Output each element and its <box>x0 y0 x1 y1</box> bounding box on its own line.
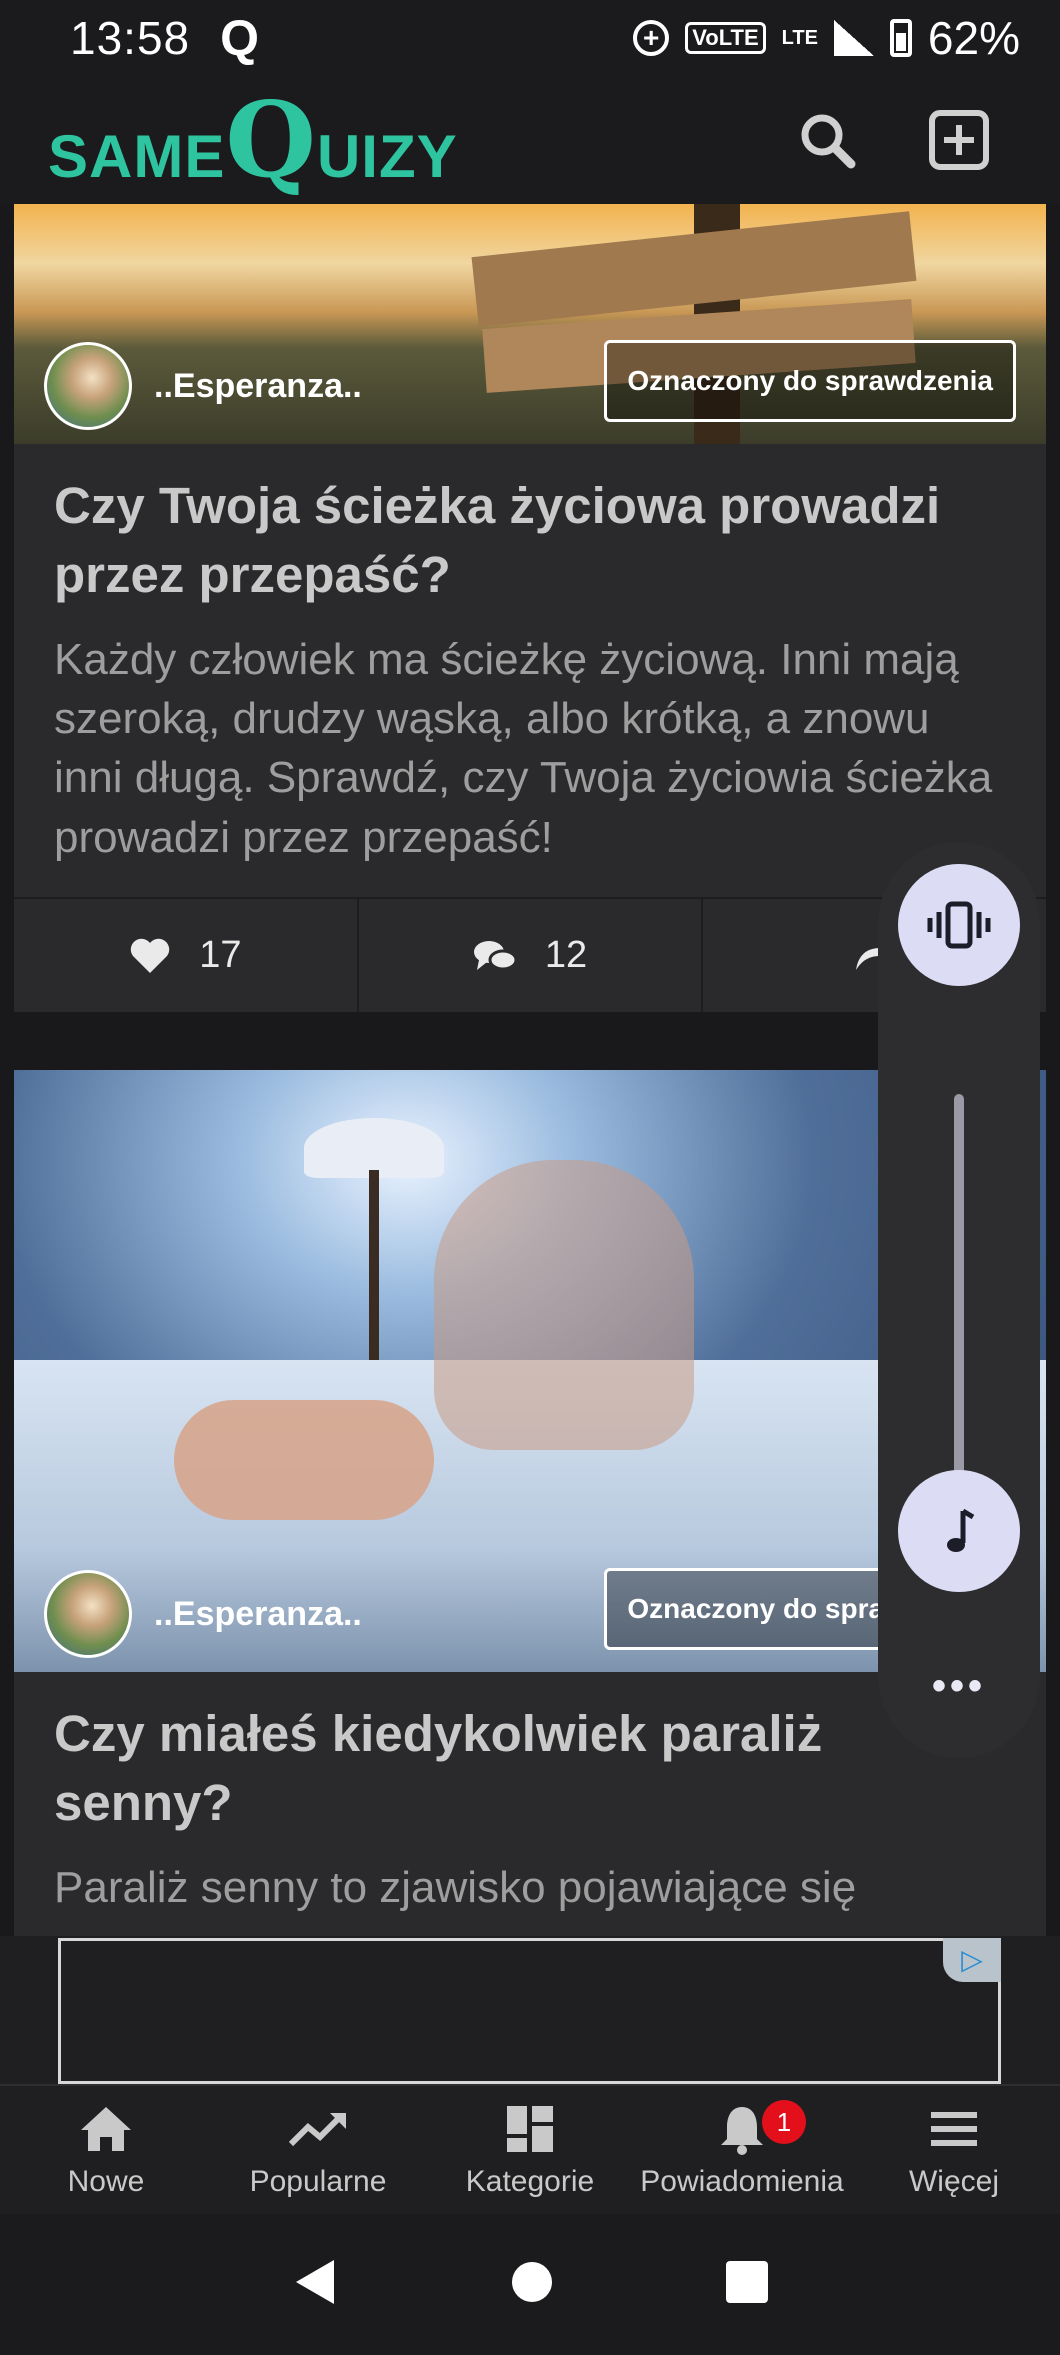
app-indicator: Q <box>220 10 260 66</box>
quiz-description: Paraliż senny to zjawisko pojawiające si… <box>54 1862 857 1912</box>
author-info[interactable]: ..Esperanza.. <box>44 1570 362 1658</box>
image-detail <box>174 1400 434 1520</box>
back-icon[interactable] <box>290 2256 340 2313</box>
image-detail <box>434 1160 694 1450</box>
nav-item-popularne[interactable]: Popularne <box>212 2086 424 2214</box>
nav-item-kategorie[interactable]: Kategorie <box>424 2086 636 2214</box>
more-options-button[interactable]: ••• <box>878 1664 1040 1709</box>
logo-uizy: UIZY <box>316 122 458 190</box>
nav-label: Powiadomienia <box>640 2165 844 2198</box>
like-button[interactable]: 17 <box>14 899 359 1013</box>
author-name[interactable]: ..Esperanza.. <box>154 367 362 406</box>
music-note-icon <box>947 1508 975 1552</box>
nav-label: Nowe <box>67 2165 145 2198</box>
status-time: 13:58 <box>70 12 191 64</box>
status-icons: + VoLTE LTE 62% <box>633 11 1020 65</box>
quiz-image[interactable]: ..Esperanza.. Oznaczony do sprawdzenia <box>14 204 1046 444</box>
avatar[interactable] <box>44 342 132 430</box>
like-count: 17 <box>199 934 242 977</box>
signal-icon <box>833 20 874 56</box>
author-info[interactable]: ..Esperanza.. <box>44 342 362 430</box>
data-saver-icon: + <box>633 20 670 56</box>
volume-panel[interactable]: ••• <box>878 842 1040 1758</box>
vibrate-mode-button[interactable] <box>898 864 1020 986</box>
system-nav <box>0 2214 1060 2355</box>
home-circle-icon[interactable] <box>510 2260 554 2309</box>
image-detail <box>369 1170 379 1390</box>
battery-icon <box>889 19 912 57</box>
screen: 13:58 Q + VoLTE LTE 62% SAME Q UIZY ..Es… <box>0 0 1060 2355</box>
comments-button[interactable]: 12 <box>359 899 704 1013</box>
ad-area: ▷ <box>0 1936 1060 2084</box>
trending-icon <box>288 2101 348 2157</box>
grid-icon <box>500 2101 560 2157</box>
nav-item-powiadomienia[interactable]: 1 Powiadomienia <box>636 2086 848 2214</box>
lte-icon: LTE <box>781 26 818 49</box>
avatar[interactable] <box>44 1570 132 1658</box>
add-box-icon[interactable] <box>928 109 990 171</box>
volte-icon: VoLTE <box>685 22 766 54</box>
image-detail <box>304 1118 444 1178</box>
recents-icon[interactable] <box>724 2259 770 2310</box>
logo-same: SAME <box>48 122 226 190</box>
search-icon[interactable] <box>796 109 858 171</box>
volume-slider-track[interactable] <box>954 1094 964 1524</box>
logo-q: Q <box>225 78 317 202</box>
nav-item-wiecej[interactable]: Więcej <box>848 2086 1060 2214</box>
author-name[interactable]: ..Esperanza.. <box>154 1595 362 1634</box>
heart-icon <box>130 938 170 973</box>
nav-item-nowe[interactable]: Nowe <box>0 2086 212 2214</box>
app-header: SAME Q UIZY <box>0 76 1060 204</box>
quiz-title[interactable]: Czy Twoja ścieżka życiowa prowadzi przez… <box>14 444 1046 620</box>
quiz-description: Każdy człowiek ma ścieżkę życiową. Inni … <box>54 634 993 862</box>
nav-label: Kategorie <box>465 2165 595 2198</box>
home-icon <box>76 2101 136 2157</box>
samequizy-logo[interactable]: SAME Q UIZY <box>48 78 458 202</box>
notification-badge: 1 <box>762 2100 806 2144</box>
comments-icon <box>473 940 517 971</box>
battery-percent: 62% <box>927 12 1020 64</box>
flagged-for-review-badge: Oznaczony do sprawdzenia <box>604 340 1016 422</box>
nav-label: Popularne <box>249 2165 387 2198</box>
bottom-nav: Nowe Popularne Kategorie 1 Powiadomienia <box>0 2084 1060 2214</box>
nav-label: Więcej <box>908 2165 999 2198</box>
ad-banner[interactable]: ▷ <box>58 1938 1001 2084</box>
volume-slider-thumb[interactable] <box>898 1470 1020 1592</box>
comment-count: 12 <box>544 934 588 977</box>
status-bar: 13:58 Q + VoLTE LTE 62% <box>0 0 1060 76</box>
ad-choices-icon[interactable]: ▷ <box>943 1938 1001 1982</box>
vibrate-icon <box>927 901 991 949</box>
menu-icon <box>924 2101 984 2157</box>
